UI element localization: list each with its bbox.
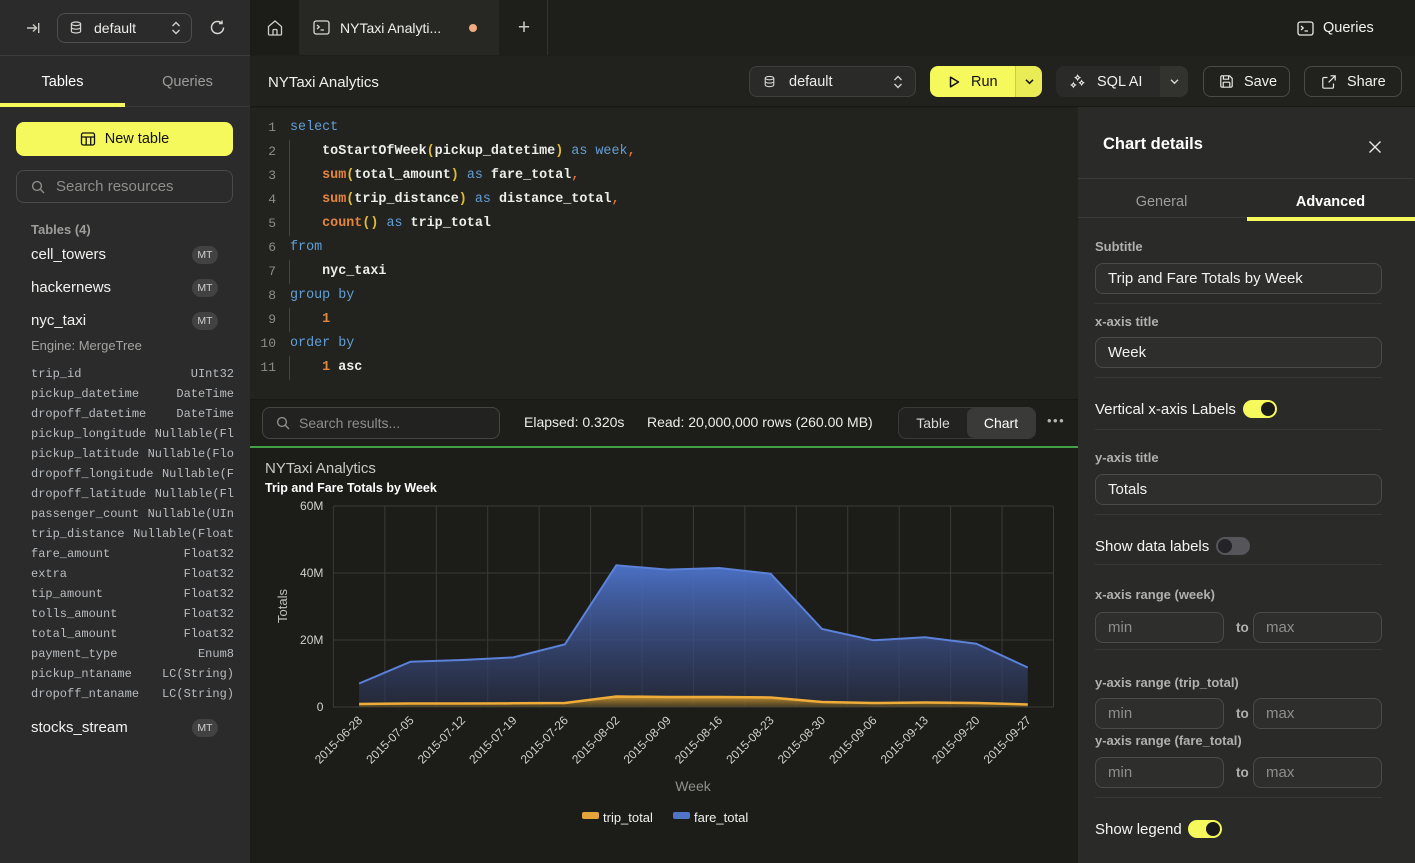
svg-text:2015-08-09: 2015-08-09 bbox=[621, 713, 675, 767]
svg-text:2015-07-19: 2015-07-19 bbox=[466, 713, 520, 767]
svg-text:Week: Week bbox=[675, 778, 712, 794]
svg-text:2015-06-28: 2015-06-28 bbox=[312, 713, 366, 767]
svg-text:2015-07-12: 2015-07-12 bbox=[415, 713, 469, 767]
svg-text:2015-09-06: 2015-09-06 bbox=[826, 713, 880, 767]
svg-text:20M: 20M bbox=[300, 633, 323, 647]
svg-text:2015-09-27: 2015-09-27 bbox=[981, 713, 1035, 767]
svg-text:NYTaxi Analytics: NYTaxi Analytics bbox=[265, 460, 376, 477]
svg-text:60M: 60M bbox=[300, 499, 323, 513]
svg-text:2015-09-20: 2015-09-20 bbox=[929, 713, 983, 767]
svg-text:2015-08-23: 2015-08-23 bbox=[723, 713, 777, 767]
svg-text:trip_total: trip_total bbox=[603, 810, 653, 825]
svg-text:40M: 40M bbox=[300, 566, 323, 580]
svg-text:2015-07-05: 2015-07-05 bbox=[363, 713, 417, 767]
svg-text:Totals: Totals bbox=[275, 589, 290, 623]
svg-text:Trip and Fare Totals by Week: Trip and Fare Totals by Week bbox=[265, 481, 437, 495]
svg-text:2015-08-16: 2015-08-16 bbox=[672, 713, 726, 767]
svg-text:fare_total: fare_total bbox=[694, 810, 748, 825]
svg-text:2015-08-30: 2015-08-30 bbox=[775, 713, 829, 767]
svg-text:0: 0 bbox=[317, 700, 324, 714]
svg-text:2015-07-26: 2015-07-26 bbox=[518, 713, 572, 767]
svg-text:2015-08-02: 2015-08-02 bbox=[569, 713, 623, 767]
svg-text:2015-09-13: 2015-09-13 bbox=[878, 713, 932, 767]
